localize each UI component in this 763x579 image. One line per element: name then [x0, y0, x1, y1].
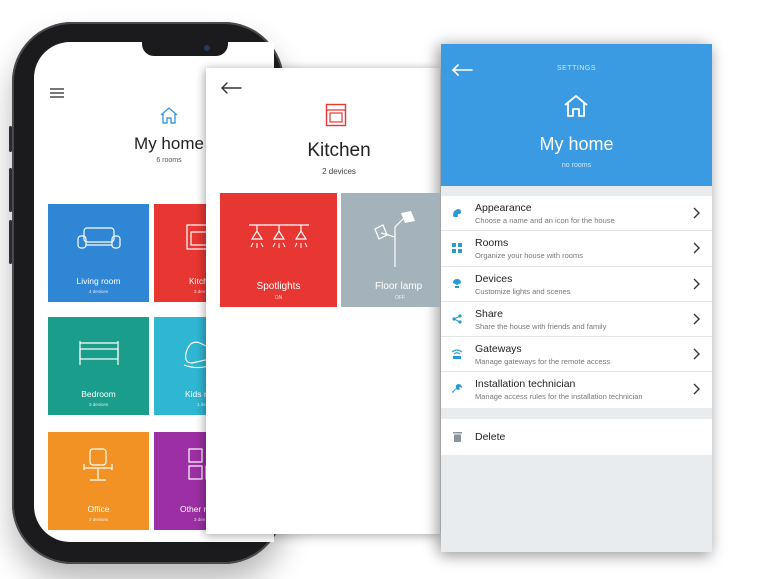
grid-icon [452, 243, 462, 254]
device-tile-floor-lamp[interactable]: Floor lamp OFF [341, 193, 440, 307]
settings-header: SETTINGS My home no rooms [441, 44, 712, 186]
settings-rooms-count: no rooms [561, 162, 592, 169]
floor-lamp-icon [374, 211, 415, 267]
room-devices-count: 4 devices [88, 289, 108, 294]
oven-icon [325, 103, 347, 127]
marketing-composite: My home 6 rooms Living room 4 devices Ki… [0, 0, 763, 579]
settings-item-label: Rooms [475, 237, 509, 250]
settings-item-label: Share [475, 307, 504, 320]
device-tile-spotlights[interactable]: Spotlights ON [220, 193, 337, 307]
bulb-icon [453, 278, 461, 288]
settings-item-rooms[interactable]: Rooms Organize your house with rooms [441, 231, 712, 267]
phone-notch [142, 42, 228, 56]
room-tile-bedroom[interactable]: Bedroom 3 devices [48, 317, 149, 415]
delete-house-button[interactable]: Delete [441, 419, 712, 455]
back-arrow-icon[interactable] [220, 82, 242, 94]
sofa-icon [77, 227, 121, 249]
phone-side-button [9, 220, 12, 264]
settings-item-gateways[interactable]: Gateways Manage gateways for the remote … [441, 337, 712, 373]
room-devices-count: 2 devices [88, 517, 108, 522]
room-devices-count: 3 devices [88, 402, 108, 407]
front-camera [204, 45, 210, 51]
bed-icon [79, 341, 119, 365]
chevron-right-icon [693, 207, 700, 219]
settings-list: Appearance Choose a name and an icon for… [441, 196, 712, 408]
room-name: Living room [76, 276, 121, 286]
settings-item-label: Installation technician [475, 378, 576, 391]
chevron-right-icon [693, 383, 700, 395]
settings-item-description: Share the house with friends and family [475, 321, 607, 331]
spotlights-icon [249, 224, 309, 248]
settings-label: SETTINGS [556, 65, 596, 72]
room-tile-living-room[interactable]: Living room 4 devices [48, 204, 149, 302]
settings-item-share[interactable]: Share Share the house with friends and f… [441, 302, 712, 338]
device-name: Floor lamp [375, 281, 423, 292]
kitchen-devices-count: 2 devices [322, 167, 356, 176]
settings-item-description: Customize lights and scenes [475, 286, 571, 296]
chevron-right-icon [693, 242, 700, 254]
wifi-icon [452, 349, 462, 360]
kitchen-header: Kitchen 2 devices [246, 140, 432, 176]
phone-side-button [9, 126, 12, 152]
device-state: OFF [395, 295, 405, 301]
hamburger-menu-icon[interactable] [50, 88, 64, 98]
palette-icon [453, 209, 461, 217]
settings-item-description: Choose a name and an icon for the house [475, 216, 615, 225]
kitchen-title: Kitchen [307, 140, 371, 161]
settings-home-title: My home [539, 134, 614, 154]
room-name: Office [87, 504, 110, 514]
settings-panel: SETTINGS My home no rooms Appearance Cho… [441, 44, 712, 552]
delete-label: Delete [475, 431, 506, 443]
settings-item-label: Devices [475, 272, 513, 285]
device-name: Spotlights [256, 281, 301, 292]
settings-item-description: Organize your house with rooms [475, 251, 583, 261]
trash-icon [453, 432, 462, 442]
chevron-right-icon [693, 278, 700, 290]
chevron-right-icon [693, 348, 700, 360]
share-icon [452, 314, 462, 324]
settings-item-label: Appearance [475, 202, 532, 214]
home-icon [564, 95, 588, 117]
device-state: ON [274, 295, 283, 301]
settings-item-installation-technician[interactable]: Installation technician Manage access ru… [441, 372, 712, 407]
settings-item-devices[interactable]: Devices Customize lights and scenes [441, 267, 712, 302]
room-name: Bedroom [81, 389, 116, 399]
chevron-right-icon [693, 313, 700, 325]
phone-side-button [9, 168, 12, 212]
settings-item-description: Manage access rules for the installation… [475, 392, 643, 402]
settings-item-appearance[interactable]: Appearance Choose a name and an icon for… [441, 196, 712, 232]
room-tile-office[interactable]: Office 2 devices [48, 432, 149, 530]
office-chair-icon [83, 448, 113, 481]
wrench-icon [452, 384, 462, 394]
settings-item-label: Gateways [475, 343, 522, 356]
home-icon [160, 107, 178, 124]
settings-item-description: Manage gateways for the remote access [475, 357, 611, 367]
